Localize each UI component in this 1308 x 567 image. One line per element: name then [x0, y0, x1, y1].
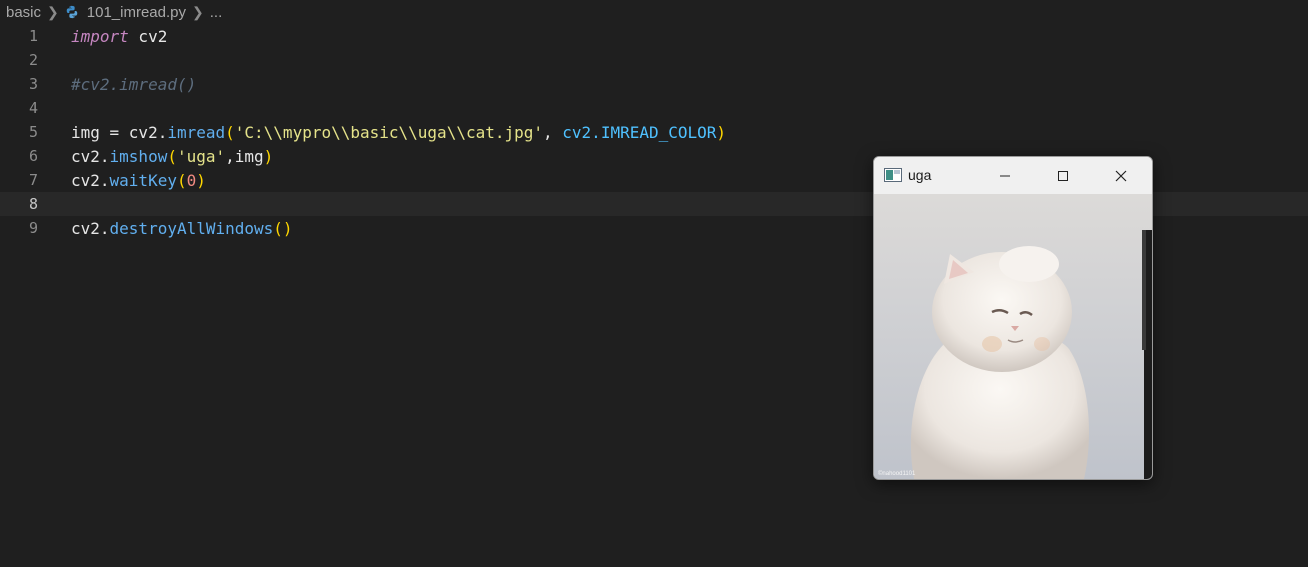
- chevron-right-icon: ❯: [47, 3, 59, 20]
- string-literal: 'uga': [176, 146, 226, 166]
- number-literal: 0: [186, 170, 197, 190]
- breadcrumb-more[interactable]: ...: [210, 4, 223, 21]
- string-literal: 'C:\\mypro\\basic\\uga\\cat.jpg': [234, 122, 544, 142]
- close-button[interactable]: [1092, 157, 1150, 194]
- breadcrumb-file[interactable]: 101_imread.py: [87, 4, 186, 21]
- code-line-2[interactable]: 2: [0, 48, 1308, 72]
- code-line-5[interactable]: 5 img = cv2.imread('C:\\mypro\\basic\\ug…: [0, 120, 1308, 144]
- module-ref: cv2.: [562, 122, 601, 142]
- identifier: cv2.: [71, 170, 110, 190]
- line-number: 4: [28, 99, 38, 117]
- breadcrumb-folder[interactable]: basic: [6, 4, 41, 21]
- paren: ): [263, 146, 274, 166]
- minimize-button[interactable]: [976, 157, 1034, 194]
- code-line-4[interactable]: 4: [0, 96, 1308, 120]
- function-name: imshow: [109, 146, 168, 166]
- opencv-image-window[interactable]: uga ©nahood1101: [873, 156, 1153, 480]
- function-name: destroyAllWindows: [109, 218, 274, 238]
- code-text: cv2.destroyAllWindows(): [71, 219, 293, 238]
- paren: (: [225, 122, 235, 142]
- paren: ): [716, 122, 727, 142]
- identifier: ,img: [225, 146, 264, 166]
- keyword-import: import: [71, 26, 129, 46]
- breadcrumb: basic ❯ 101_imread.py ❯ ...: [0, 0, 1308, 24]
- identifier: cv2: [128, 26, 168, 46]
- code-text: #cv2.imread(): [71, 75, 196, 94]
- line-number: 9: [28, 219, 38, 237]
- line-number: 1: [28, 27, 38, 45]
- function-name: imread: [167, 122, 226, 142]
- identifier: cv2.: [71, 146, 110, 166]
- maximize-button[interactable]: [1034, 157, 1092, 194]
- minimize-icon: [1000, 175, 1010, 176]
- close-icon: [1115, 170, 1127, 181]
- maximize-icon: [1058, 170, 1068, 181]
- punctuation: ,: [543, 122, 563, 142]
- paren: (): [273, 218, 293, 238]
- identifier: cv2.: [71, 218, 110, 238]
- line-number: 5: [28, 123, 38, 141]
- cat-photo: ©nahood1101: [878, 230, 1152, 479]
- code-text: import cv2: [71, 27, 167, 46]
- window-titlebar[interactable]: uga: [874, 157, 1152, 194]
- comment: #cv2.imread(): [71, 74, 197, 94]
- line-number: 7: [28, 171, 38, 189]
- displayed-image: ©nahood1101: [874, 194, 1152, 479]
- image-watermark: ©nahood1101: [878, 470, 916, 477]
- line-number: 3: [28, 75, 38, 93]
- paren: ): [196, 170, 206, 190]
- line-number: 2: [28, 51, 38, 69]
- python-file-icon: [66, 5, 78, 19]
- line-number: 6: [28, 147, 38, 165]
- identifier: img = cv2.: [71, 122, 168, 142]
- window-app-icon: [884, 168, 902, 182]
- chevron-right-icon: ❯: [192, 3, 204, 20]
- code-text: cv2.imshow('uga',img): [71, 147, 273, 166]
- code-line-3[interactable]: 3 #cv2.imread(): [0, 72, 1308, 96]
- constant: IMREAD_COLOR: [600, 122, 717, 142]
- paren: (: [167, 146, 177, 166]
- code-text: cv2.waitKey(0): [71, 171, 206, 190]
- paren: (: [176, 170, 187, 190]
- code-text: img = cv2.imread('C:\\mypro\\basic\\uga\…: [71, 123, 726, 142]
- function-name: waitKey: [109, 170, 177, 190]
- line-number: 8: [28, 195, 38, 213]
- window-title: uga: [908, 167, 932, 183]
- code-line-1[interactable]: 1 import cv2: [0, 24, 1308, 48]
